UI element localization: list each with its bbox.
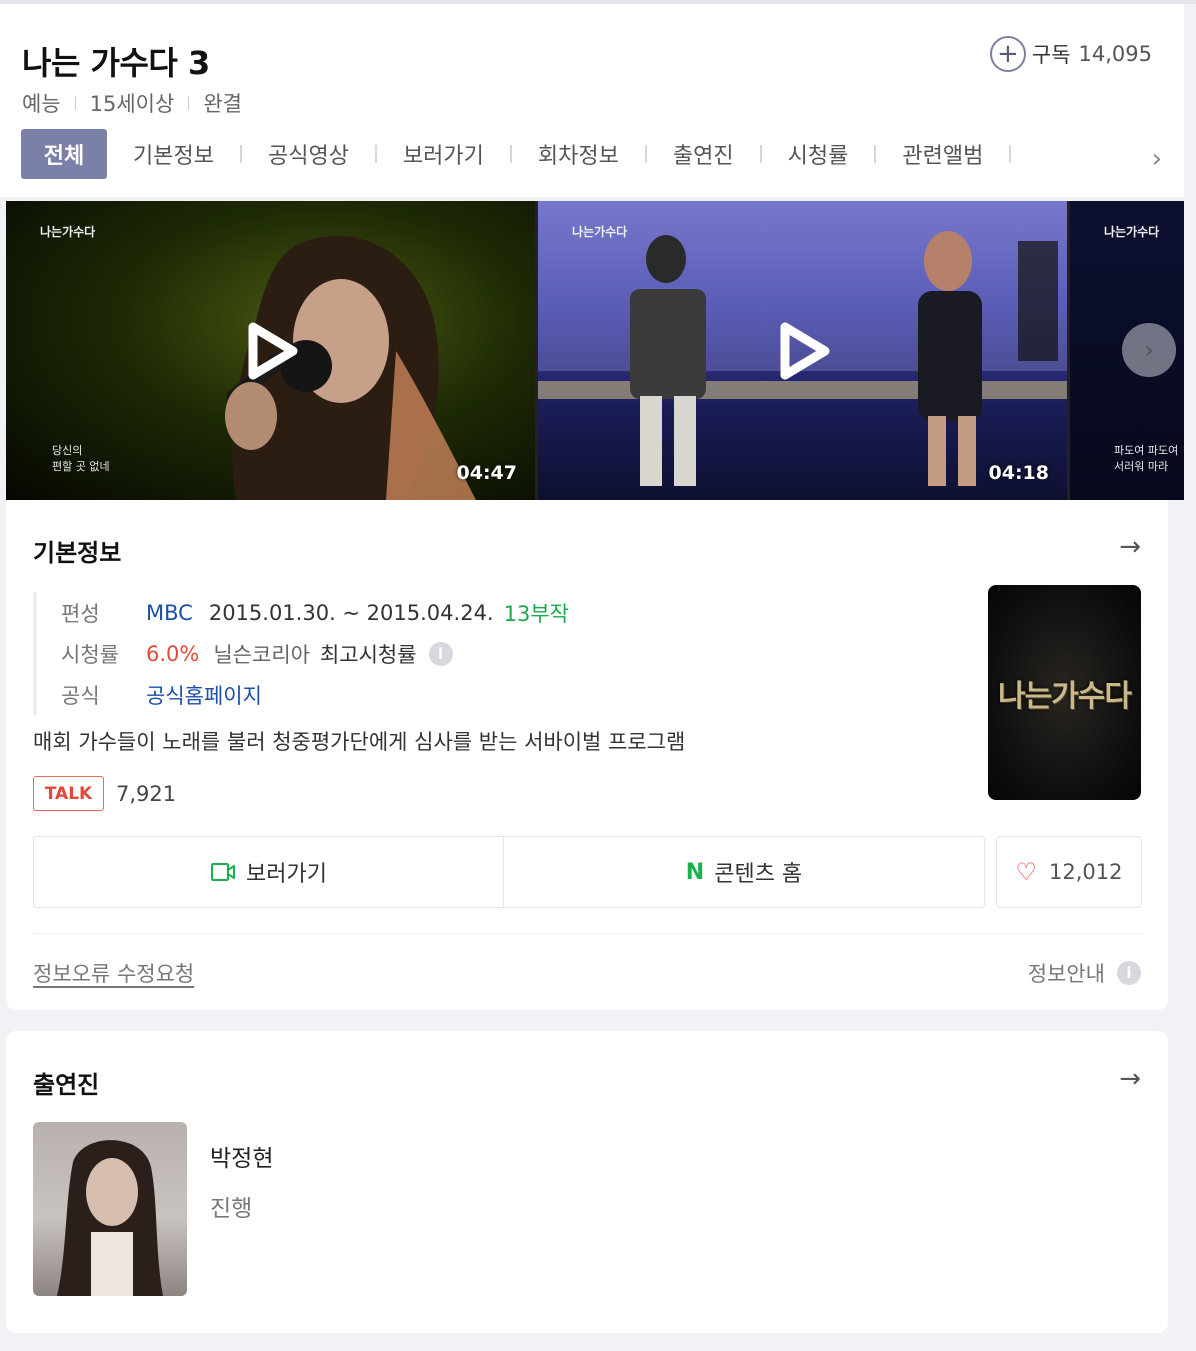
broadcast-period: 2015.01.30. ~ 2015.04.24. (208, 600, 494, 625)
episode-count: 13부작 (503, 601, 569, 626)
cast-member-role: 진행 (210, 1196, 253, 1222)
tab-cast[interactable]: 출연진 (673, 129, 734, 179)
video-duration: 04:47 (456, 462, 517, 484)
play-icon[interactable] (239, 319, 303, 383)
video-card[interactable]: 나는가수다 당신의 편할 곳 없네 04:47 (6, 201, 535, 500)
program-description: 매회 가수들이 노래를 불러 청중평가단에게 심사를 받는 서바이벌 프로그램 (33, 730, 686, 754)
cast-photo[interactable] (33, 1122, 187, 1296)
rating-value: 6.0% (146, 641, 200, 666)
video-card[interactable]: 나는가수다 04:18 (538, 201, 1067, 500)
video-camera-icon (210, 861, 236, 883)
talk-row[interactable]: TALK 7,921 (33, 776, 176, 811)
program-title: 나는 가수다 3 (22, 44, 210, 82)
plus-circle-icon: + (989, 36, 1026, 72)
meta-age-rating: 15세이상 (89, 92, 175, 116)
show-logo: 나는가수다 (572, 225, 628, 239)
caption-line: 파도여 파도여 (1114, 444, 1179, 457)
tab-ratings[interactable]: 시청률 (788, 129, 849, 179)
broadcaster-link[interactable]: MBC (146, 601, 193, 625)
poster-logo: 나는가수다 (998, 678, 1132, 714)
program-meta: 예능 15세이상 완결 (22, 88, 242, 118)
tab-watch[interactable]: 보러가기 (403, 129, 484, 179)
cast-card: 출연진 → 박정현 진행 (6, 1031, 1168, 1333)
meta-status: 완결 (203, 92, 242, 116)
subscribe-count: 14,095 (1078, 42, 1152, 66)
tab-separator (239, 145, 242, 163)
info-rows: 편성 MBC 2015.01.30. ~ 2015.04.24. 13부작 시청… (33, 592, 569, 715)
tab-related-albums[interactable]: 관련앨범 (902, 129, 983, 179)
video-card[interactable]: 나는가수다 파도여 파도여 서러워 마라 › (1070, 201, 1184, 500)
info-row-rating: 시청률 6.0% 닐슨코리아 최고시청률 i (61, 633, 569, 674)
carousel-next-icon[interactable]: › (1122, 323, 1176, 377)
program-header: 나는 가수다 3 예능 15세이상 완결 + 구독 14,095 전체 기본정보… (0, 4, 1184, 197)
talk-badge[interactable]: TALK (33, 776, 104, 811)
caption-line: 당신의 (52, 444, 83, 457)
like-count: 12,012 (1049, 860, 1123, 884)
video-caption: 당신의 편할 곳 없네 (52, 443, 110, 475)
watch-button-label: 보러가기 (246, 862, 327, 887)
meta-separator (188, 96, 190, 110)
meta-separator (74, 96, 76, 110)
tab-basic-info[interactable]: 기본정보 (133, 129, 214, 179)
cast-member-name[interactable]: 박정현 (210, 1139, 273, 1173)
subscribe-button[interactable]: + 구독 14,095 (989, 36, 1152, 72)
tab-official-video[interactable]: 공식영상 (268, 129, 349, 179)
basic-info-title: 기본정보 (33, 539, 122, 567)
basic-info-card: 기본정보 → 편성 MBC 2015.01.30. ~ 2015.04.24. … (6, 500, 1168, 1010)
video-caption: 파도여 파도여 서러워 마라 (1114, 443, 1178, 475)
tab-bar: 전체 기본정보 공식영상 보러가기 회차정보 출연진 시청률 관련앨범 (21, 129, 1037, 179)
subscribe-label: 구독 (1031, 43, 1071, 67)
action-buttons: 보러가기 N 콘텐츠 홈 (33, 836, 985, 908)
content-home-label: 콘텐츠 홈 (714, 862, 803, 887)
report-error-link[interactable]: 정보오류 수정요청 (33, 958, 194, 988)
info-icon: i (1117, 961, 1141, 985)
tab-all[interactable]: 전체 (21, 129, 107, 179)
show-logo: 나는가수다 (1104, 225, 1160, 239)
broadcast-label: 편성 (61, 601, 100, 626)
rating-label: 시청률 (61, 642, 119, 667)
official-homepage-link[interactable]: 공식홈페이지 (146, 680, 262, 710)
info-guide[interactable]: 정보안내 i (1028, 958, 1141, 988)
caption-line: 편할 곳 없네 (52, 460, 110, 473)
arrow-right-icon[interactable]: → (1119, 1064, 1141, 1094)
program-poster[interactable]: 나는가수다 (988, 585, 1141, 800)
tab-separator (509, 145, 512, 163)
video-duration: 04:18 (988, 462, 1049, 484)
official-label: 공식 (61, 683, 100, 708)
arrow-right-icon[interactable]: → (1119, 532, 1141, 562)
cast-title: 출연진 (33, 1071, 100, 1099)
content-home-button[interactable]: N 콘텐츠 홈 (503, 837, 984, 907)
info-row-broadcast: 편성 MBC 2015.01.30. ~ 2015.04.24. 13부작 (61, 592, 569, 633)
tab-separator (374, 145, 377, 163)
meta-genre: 예능 (22, 92, 61, 116)
info-icon[interactable]: i (428, 641, 453, 666)
tab-separator (1009, 145, 1012, 163)
info-guide-label: 정보안내 (1027, 962, 1105, 986)
play-icon[interactable] (771, 319, 835, 383)
caption-line: 서러워 마라 (1114, 460, 1169, 473)
tab-scroll-right-icon[interactable]: › (1152, 144, 1162, 174)
video-carousel: 나는가수다 당신의 편할 곳 없네 04:47 나는가수다 04:18 나는가수… (6, 201, 1184, 500)
rating-source: 닐슨코리아 (213, 642, 310, 667)
tab-separator (644, 145, 647, 163)
tab-episodes[interactable]: 회차정보 (538, 129, 619, 179)
like-button[interactable]: ♡ 12,012 (996, 836, 1142, 908)
rating-note: 최고시청률 (319, 642, 417, 667)
tab-separator (759, 145, 762, 163)
divider (33, 933, 1141, 934)
info-row-official: 공식 공식홈페이지 (61, 674, 569, 715)
show-logo: 나는가수다 (40, 225, 96, 239)
tab-separator (874, 145, 877, 163)
naver-n-icon: N (685, 859, 705, 885)
heart-icon: ♡ (1015, 858, 1038, 886)
watch-button[interactable]: 보러가기 (34, 837, 503, 907)
talk-count: 7,921 (116, 781, 177, 806)
